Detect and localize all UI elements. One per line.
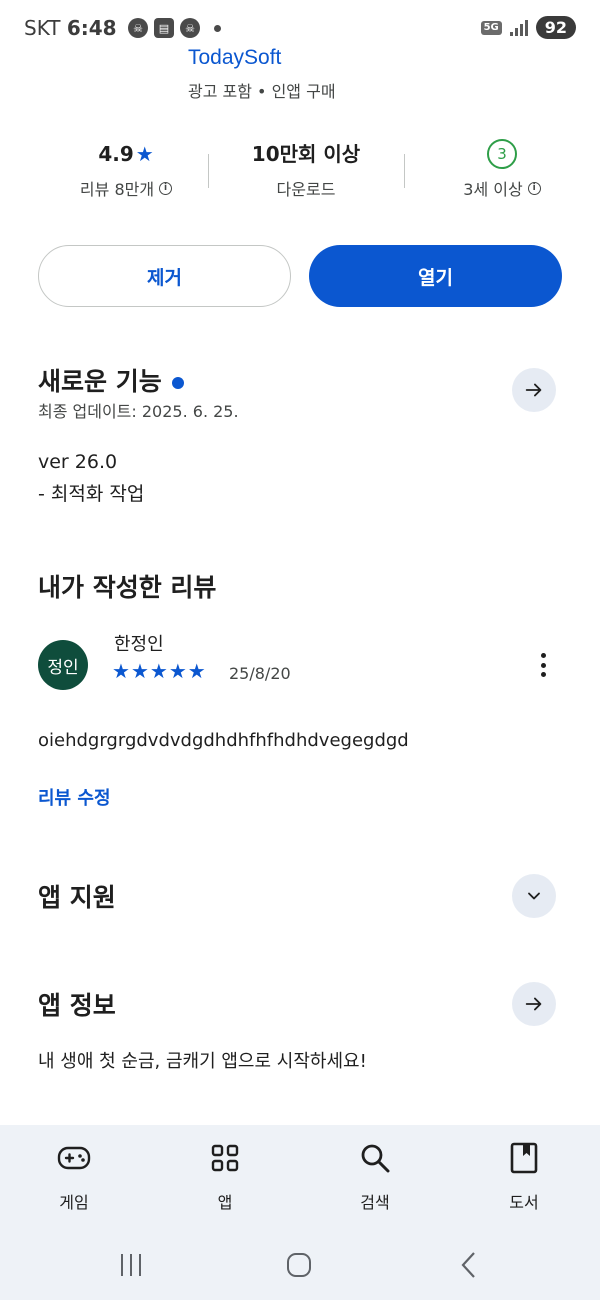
app-info-arrow-button[interactable] bbox=[512, 982, 556, 1026]
notification-icons: ☠ ▤ ☠ bbox=[128, 18, 221, 38]
reviewer-name: 한정인 bbox=[114, 634, 164, 655]
age-rating-badge: 3 bbox=[412, 138, 592, 170]
gamepad-icon bbox=[24, 1141, 124, 1175]
network-type-icon: 5G bbox=[480, 20, 502, 35]
downloads-label: 다운로드 bbox=[276, 180, 336, 199]
book-icon bbox=[474, 1141, 574, 1175]
downloads-stat: 10만회 이상 다운로드 bbox=[216, 138, 396, 200]
nav-games[interactable]: 게임 bbox=[24, 1141, 124, 1213]
rating-number: 4.9 bbox=[98, 142, 134, 166]
status-bar: SKT 6:48 ☠ ▤ ☠ 5G 92 bbox=[0, 0, 600, 56]
star-icon: ★ bbox=[112, 659, 130, 683]
star-icon: ★ bbox=[168, 659, 187, 683]
notification-app-icon: ☠ bbox=[128, 18, 148, 38]
arrow-right-icon bbox=[525, 997, 542, 1011]
battery-indicator: 92 bbox=[535, 16, 576, 39]
notification-app-icon: ☠ bbox=[180, 18, 200, 38]
info-icon: i bbox=[527, 181, 541, 195]
info-icon: i bbox=[159, 181, 173, 195]
developer-link[interactable]: TodaySoft bbox=[188, 46, 281, 70]
nav-label: 도서 bbox=[509, 1193, 539, 1212]
review-rating-stars: ★ ★ ★ ★ ★ bbox=[112, 659, 206, 683]
my-review-heading: 내가 작성한 리뷰 bbox=[38, 573, 217, 602]
carrier: SKT bbox=[24, 16, 61, 40]
age-rating-icon: 3 bbox=[487, 139, 517, 169]
signal-icon bbox=[509, 19, 528, 36]
nav-apps[interactable]: 앱 bbox=[175, 1141, 275, 1213]
rating-value: 4.9 ★ bbox=[36, 138, 216, 170]
clock: 6:48 bbox=[66, 16, 117, 40]
downloads-value: 10만회 이상 bbox=[251, 142, 361, 166]
apps-grid-icon bbox=[175, 1141, 275, 1175]
stat-divider bbox=[208, 154, 209, 188]
notification-window-icon: ▤ bbox=[154, 18, 174, 38]
nav-label: 게임 bbox=[59, 1193, 89, 1212]
stats-row: 4.9 ★ 리뷰 8만개 i 10만회 이상 다운로드 3 3세 이상 i bbox=[0, 138, 600, 208]
review-body: oiehdgrgrgdvdvdgdhdhfhfhdhdvegegdgd bbox=[38, 730, 409, 751]
nav-search[interactable]: 검색 bbox=[325, 1141, 425, 1213]
status-carrier-time: SKT 6:48 bbox=[24, 16, 117, 40]
nav-books[interactable]: 도서 bbox=[474, 1141, 574, 1213]
age-rating-label: 3세 이상 i bbox=[412, 176, 592, 200]
reviews-label: 리뷰 8만개 bbox=[79, 180, 155, 199]
edit-review-link[interactable]: 리뷰 수정 bbox=[38, 784, 111, 810]
new-indicator-dot-icon bbox=[171, 377, 184, 389]
rating-stat[interactable]: 4.9 ★ 리뷰 8만개 i bbox=[36, 138, 216, 200]
star-icon: ★ bbox=[187, 659, 206, 683]
system-navigation-bar bbox=[0, 1245, 600, 1285]
age-label-text: 3세 이상 bbox=[463, 180, 523, 199]
more-options-icon[interactable] bbox=[534, 650, 552, 680]
app-meta: 광고 포함 • 인앱 구매 bbox=[188, 82, 336, 101]
search-icon bbox=[325, 1141, 425, 1175]
uninstall-button[interactable]: 제거 bbox=[38, 245, 291, 307]
more-notifications-dot-icon bbox=[214, 24, 221, 32]
review-date: 25/8/20 bbox=[229, 664, 291, 683]
home-icon[interactable] bbox=[284, 1245, 314, 1285]
chevron-down-icon bbox=[528, 892, 540, 900]
app-support-heading: 앱 지원 bbox=[38, 883, 116, 912]
whats-new-title: 새로운 기능 bbox=[38, 367, 162, 396]
app-info-heading: 앱 정보 bbox=[38, 991, 116, 1020]
stat-divider bbox=[404, 154, 405, 188]
app-description: 내 생애 첫 순금, 금캐기 앱으로 시작하세요! bbox=[38, 1051, 367, 1072]
star-icon: ★ bbox=[135, 142, 154, 166]
bottom-navigation: 게임 앱 검색 도서 bbox=[0, 1125, 600, 1300]
reviews-count: 리뷰 8만개 i bbox=[36, 176, 216, 200]
whats-new-heading: 새로운 기능 bbox=[38, 362, 184, 398]
open-button[interactable]: 열기 bbox=[309, 245, 562, 307]
last-updated: 최종 업데이트: 2025. 6. 25. bbox=[38, 402, 239, 421]
star-icon: ★ bbox=[149, 659, 168, 683]
nav-label: 검색 bbox=[360, 1193, 390, 1212]
avatar: 정인 bbox=[38, 640, 88, 690]
status-right: 5G 92 bbox=[480, 16, 576, 39]
nav-label: 앱 bbox=[217, 1193, 233, 1212]
version-text: ver 26.0 bbox=[38, 451, 118, 473]
arrow-right-icon bbox=[525, 383, 542, 397]
back-icon[interactable] bbox=[454, 1245, 484, 1285]
star-icon: ★ bbox=[130, 659, 149, 683]
recent-apps-icon[interactable] bbox=[116, 1245, 146, 1285]
release-notes: - 최적화 작업 bbox=[38, 483, 145, 505]
whats-new-arrow-button[interactable] bbox=[512, 368, 556, 412]
age-rating-stat[interactable]: 3 3세 이상 i bbox=[412, 138, 592, 200]
app-support-expand-button[interactable] bbox=[512, 874, 556, 918]
